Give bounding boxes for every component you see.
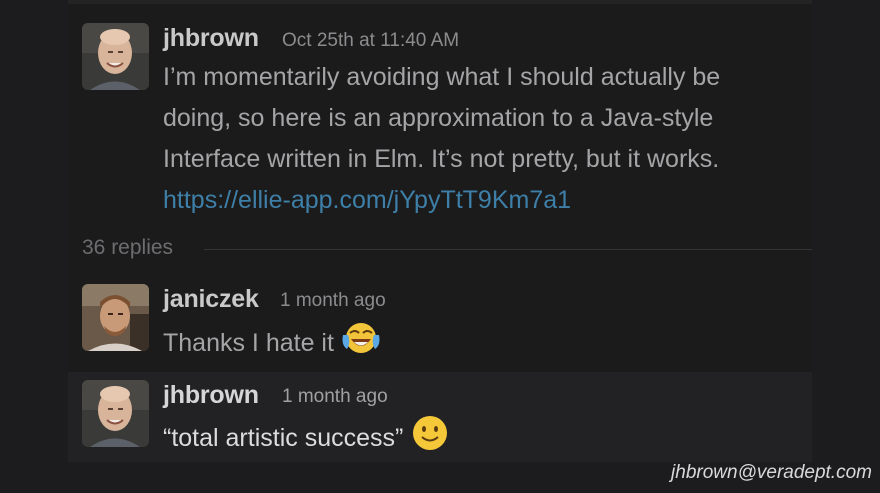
reply-count: 36 replies [82, 236, 174, 259]
divider-line [204, 249, 812, 250]
message-line: I’m momentarily avoiding what I should a… [163, 63, 721, 91]
message-body: “total artistic success” [163, 414, 450, 465]
message-timestamp[interactable]: 1 month ago [280, 290, 386, 312]
message-body: I’m momentarily avoiding what I should a… [163, 57, 720, 221]
previous-message-edge [68, 0, 812, 4]
avatar-jhbrown[interactable] [82, 380, 149, 447]
message-timestamp[interactable]: Oct 25th at 11:40 AM [282, 30, 459, 52]
message-author[interactable]: jhbrown [163, 381, 259, 410]
avatar-jhbrown-image [82, 380, 149, 447]
message-text: Thanks I hate it [163, 329, 334, 358]
tears-of-joy-icon [341, 319, 381, 370]
message-text: “total artistic success” [163, 424, 404, 453]
ellie-app-link[interactable]: https://ellie-app.com/jYpyTtT9Km7a1 [163, 186, 571, 214]
message-author[interactable]: jhbrown [163, 24, 259, 53]
message-author[interactable]: janiczek [163, 285, 259, 314]
slightly-smiling-icon [410, 414, 450, 465]
message-body: Thanks I hate it [163, 319, 381, 370]
message-timestamp[interactable]: 1 month ago [282, 386, 388, 408]
message-line: Interface written in Elm. It’s not prett… [163, 145, 720, 173]
avatar-janiczek-image [82, 284, 149, 351]
message-line: doing, so here is an approximation to a … [163, 104, 714, 132]
avatar-jhbrown-image [82, 23, 149, 90]
replies-divider: 36 replies [82, 236, 812, 266]
watermark-text: jhbrown@veradept.com [671, 462, 872, 483]
avatar-jhbrown[interactable] [82, 23, 149, 90]
avatar-janiczek[interactable] [82, 284, 149, 351]
